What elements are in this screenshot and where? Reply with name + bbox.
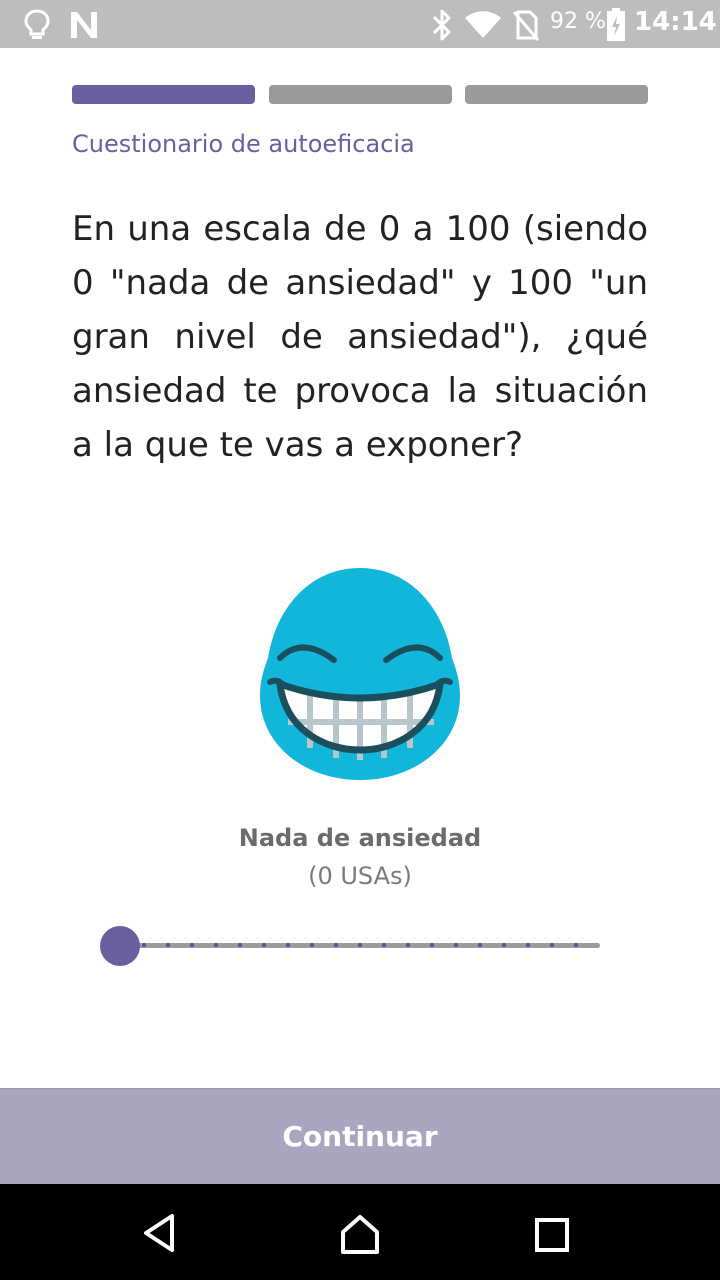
slider-tick: [526, 943, 530, 947]
slider-tick: [478, 943, 482, 947]
questionnaire-title: Cuestionario de autoeficacia: [72, 130, 415, 158]
slider-tick: [550, 943, 554, 947]
slider-tick: [406, 943, 410, 947]
progress-step-3: [465, 85, 648, 104]
navigation-bar: [0, 1184, 720, 1280]
slider-tick: [358, 943, 362, 947]
slider-tick: [382, 943, 386, 947]
slider-tick: [214, 943, 218, 947]
slider-tick: [190, 943, 194, 947]
slider-tick: [262, 943, 266, 947]
wifi-icon: [465, 11, 501, 38]
battery-icon: [607, 8, 625, 41]
slider-thumb[interactable]: [100, 926, 140, 966]
home-icon[interactable]: [338, 1212, 382, 1256]
slider-tick-marks: [120, 943, 600, 948]
laughing-face-icon: [260, 568, 460, 780]
question-text: En una escala de 0 a 100 (siendo 0 "nada…: [72, 209, 648, 465]
progress-step-2: [269, 85, 452, 104]
back-icon[interactable]: [138, 1212, 180, 1254]
anxiety-level-label: Nada de ansiedad: [238, 824, 482, 852]
slider-tick: [166, 943, 170, 947]
battery-percentage: 92 %: [550, 9, 606, 34]
slider-tick: [310, 943, 314, 947]
no-sim-icon: [512, 10, 540, 41]
n-logo-icon: [71, 12, 97, 38]
status-clock: 14:14: [634, 7, 717, 37]
lightbulb-icon: [24, 9, 50, 39]
slider-tick: [238, 943, 242, 947]
continue-button[interactable]: Continuar: [0, 1088, 720, 1185]
slider-tick: [502, 943, 506, 947]
slider-tick: [430, 943, 434, 947]
anxiety-slider[interactable]: [96, 920, 616, 972]
slider-tick: [286, 943, 290, 947]
slider-tick: [454, 943, 458, 947]
recents-icon[interactable]: [534, 1217, 570, 1253]
slider-tick: [334, 943, 338, 947]
bluetooth-icon: [432, 9, 451, 41]
slider-tick: [574, 943, 578, 947]
status-bar: 92 % 14:14: [0, 0, 720, 48]
slider-tick: [142, 943, 146, 947]
anxiety-units-label: (0 USAs): [308, 862, 412, 890]
progress-step-1: [72, 85, 255, 104]
